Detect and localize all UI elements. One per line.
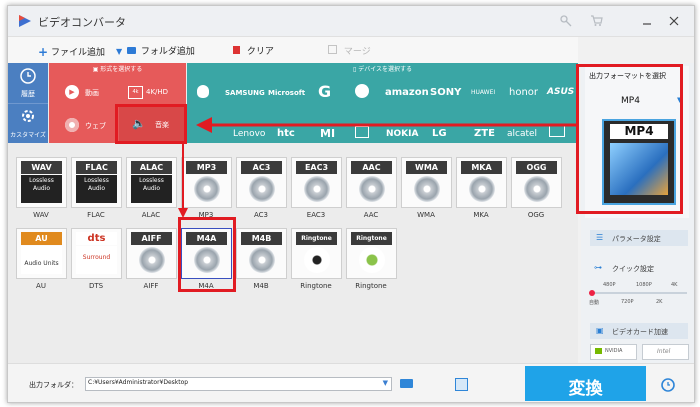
arrow-down-icon xyxy=(178,208,188,218)
annotation-arrows xyxy=(178,117,578,218)
arrow-left-icon xyxy=(196,117,212,133)
